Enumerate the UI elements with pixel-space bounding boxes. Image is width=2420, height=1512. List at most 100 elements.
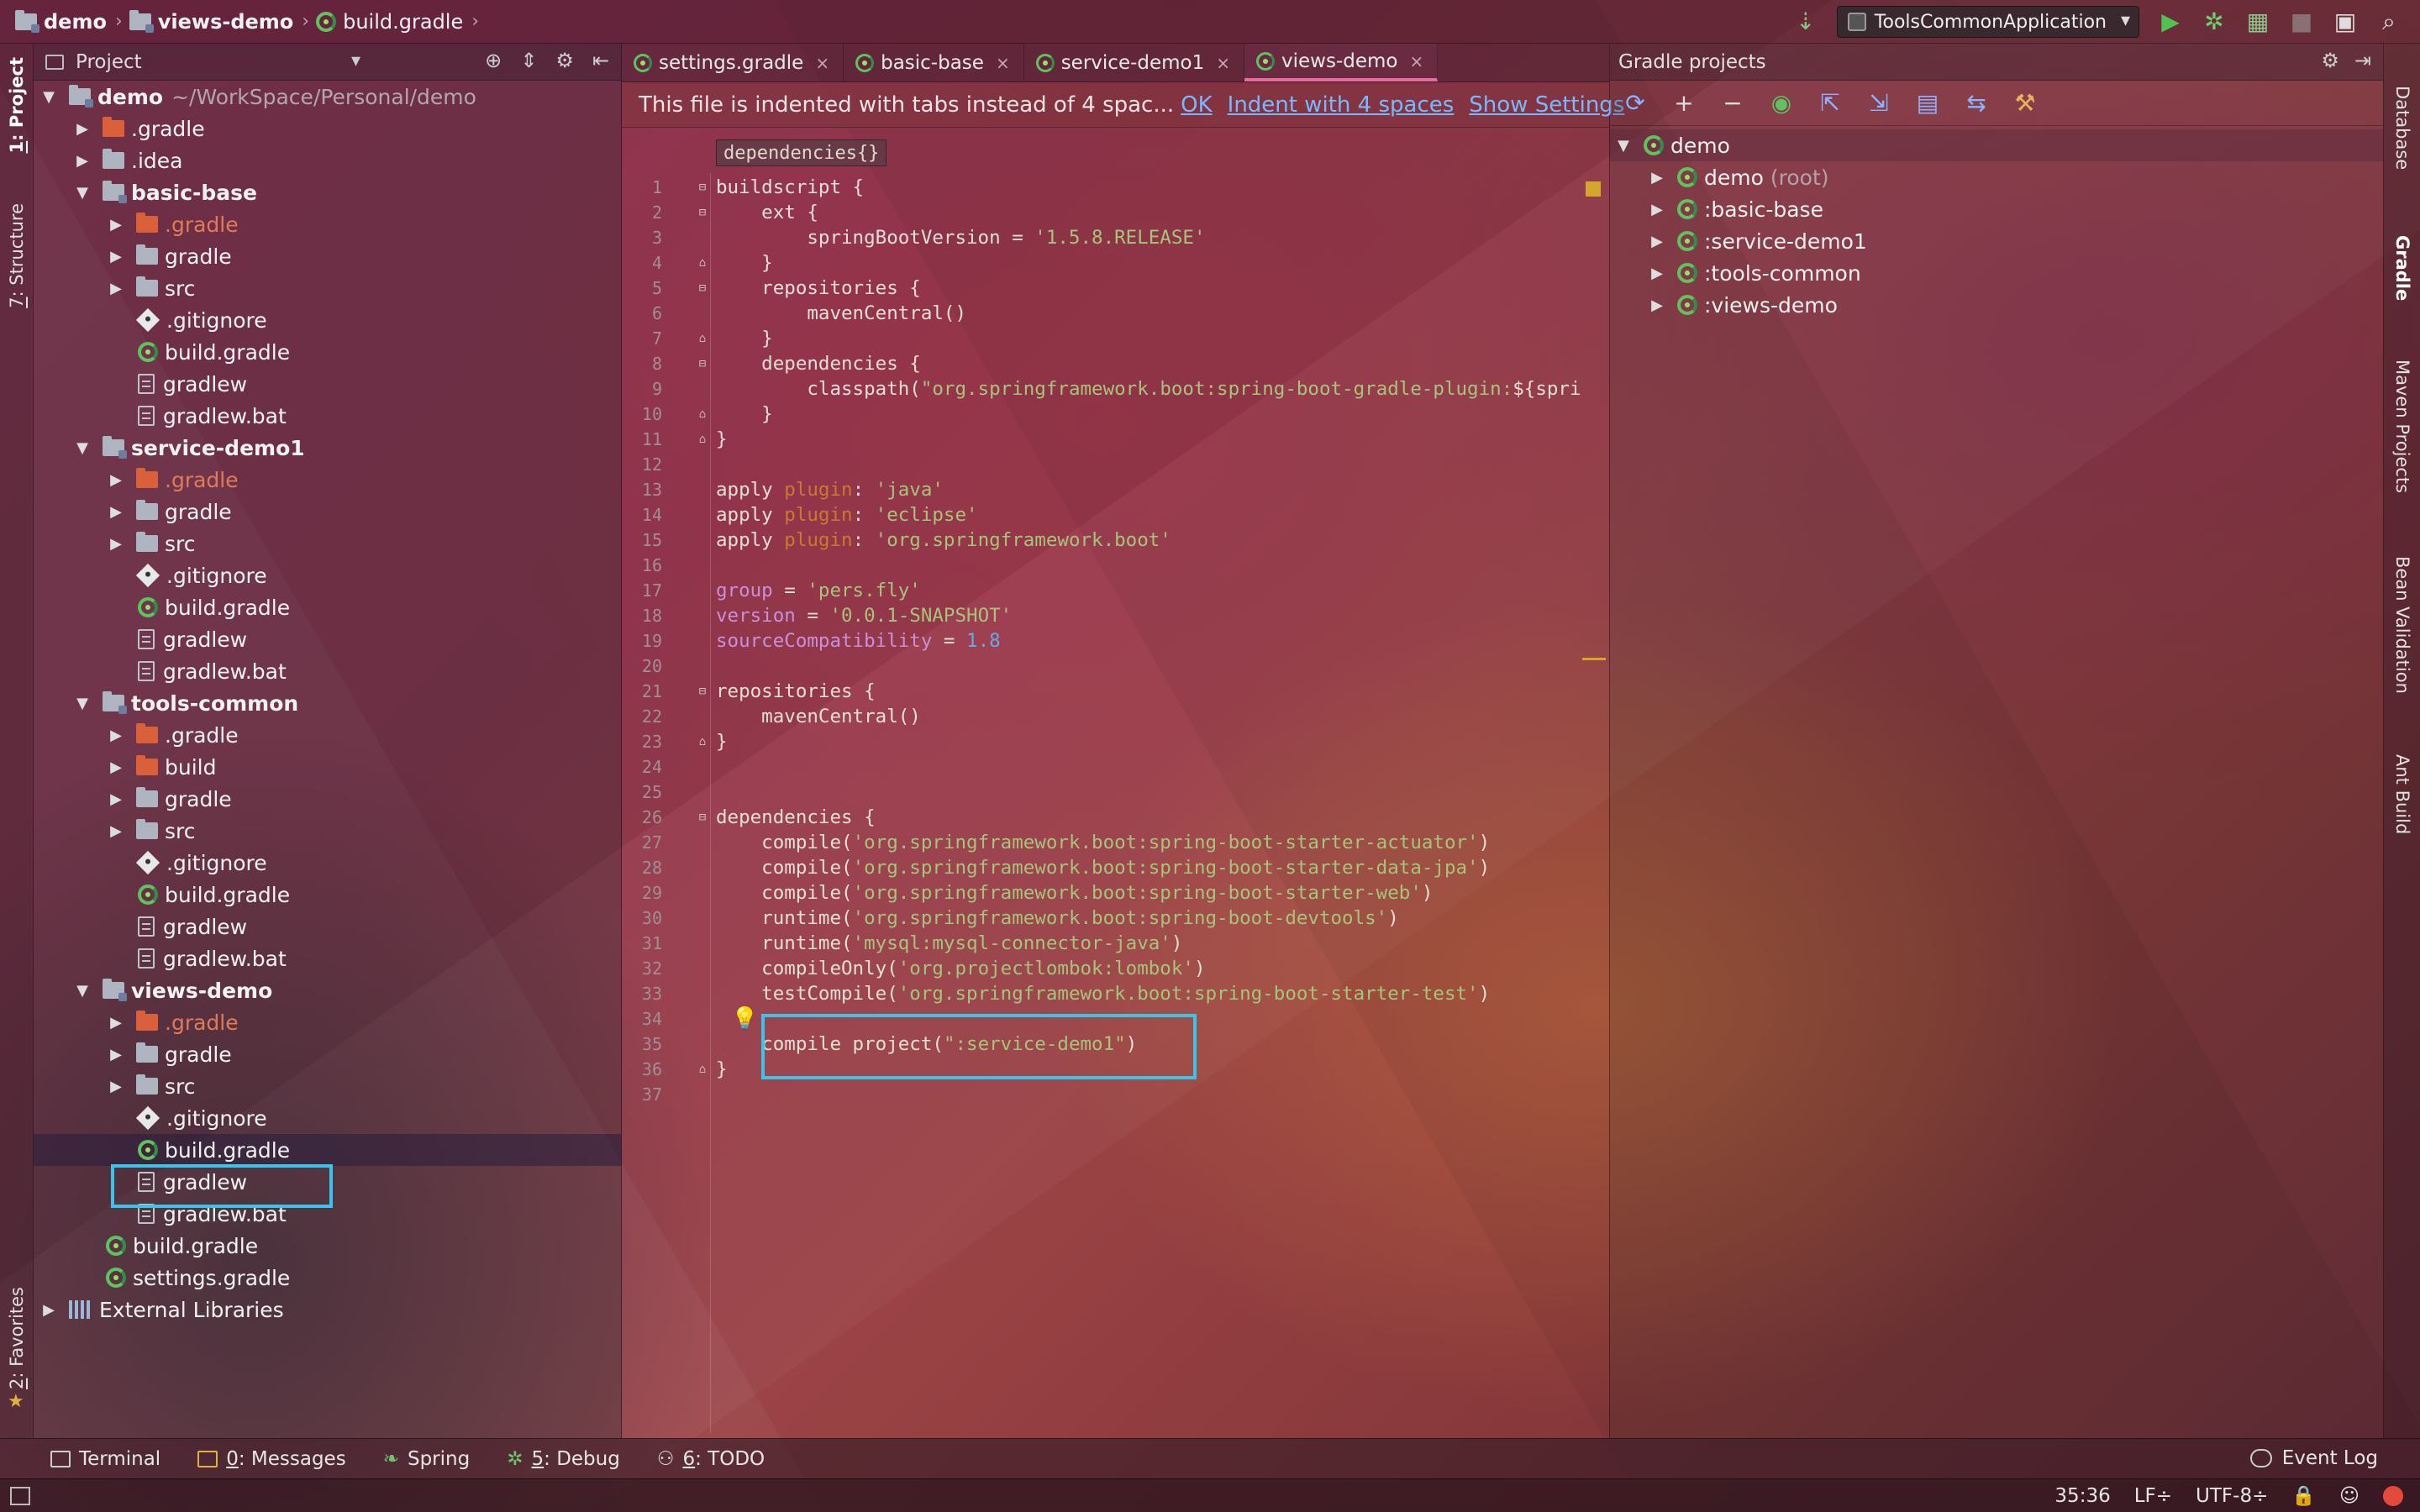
- tool-tab-bean-validation[interactable]: Bean Validation: [2392, 556, 2412, 694]
- collapsed-arrow-icon[interactable]: ▶: [106, 727, 126, 744]
- code-line[interactable]: 27 compile('org.springframework.boot:spr…: [622, 830, 1610, 855]
- tree-item-gradlew[interactable]: gradlew: [34, 1166, 622, 1198]
- hide-panel-icon[interactable]: ⇤: [592, 49, 609, 72]
- tool-tab-favorites[interactable]: 2: Favorites: [7, 1287, 27, 1389]
- code-line[interactable]: 15 apply plugin: 'org.springframework.boo…: [622, 528, 1610, 553]
- code-line[interactable]: 4 ⌂ }: [622, 250, 1610, 276]
- fold-marker-icon[interactable]: [696, 956, 709, 981]
- search-icon[interactable]: ⌕: [2376, 10, 2402, 34]
- tool-tab-ant-build[interactable]: Ant Build: [2392, 754, 2412, 834]
- breadcrumb-item-views-demo[interactable]: views-demo: [158, 10, 294, 34]
- collapse-all-icon[interactable]: ⇲: [1867, 89, 1891, 117]
- tree-item-gradle[interactable]: ▶ gradle: [34, 783, 622, 815]
- lock-icon[interactable]: 🔒: [2291, 1484, 2316, 1507]
- code-line[interactable]: 19 sourceCompatibility = 1.8: [622, 628, 1610, 654]
- expand-all-icon[interactable]: ⇱: [1818, 89, 1842, 117]
- fold-marker-icon[interactable]: ⊟: [696, 351, 709, 376]
- collapsed-arrow-icon[interactable]: ▶: [106, 535, 126, 553]
- code-line[interactable]: 7 ⌂ }: [622, 326, 1610, 351]
- tree-item-gradle-dir[interactable]: ▶ .gradle: [34, 208, 622, 240]
- tree-item-build-gradle-selected[interactable]: build.gradle: [34, 1134, 622, 1166]
- expanded-arrow-icon[interactable]: ▼: [72, 184, 92, 202]
- tree-item-gradlew-bat[interactable]: gradlew.bat: [34, 1198, 622, 1230]
- fold-marker-icon[interactable]: [696, 578, 709, 603]
- tree-item-settings-gradle[interactable]: settings.gradle: [34, 1262, 622, 1294]
- tool-debug[interactable]: ✲ 5: Debug: [507, 1448, 620, 1470]
- collapsed-arrow-icon[interactable]: ▶: [1647, 233, 1667, 250]
- collapsed-arrow-icon[interactable]: ▶: [1647, 265, 1667, 282]
- tree-item-build-gradle[interactable]: build.gradle: [34, 879, 622, 911]
- code-area[interactable]: 1 ⊟ buildscript {2 ⊟ ext {3 springBootVersi…: [622, 175, 1610, 1107]
- code-line[interactable]: 10 ⌂ }: [622, 402, 1610, 427]
- tool-tab-gradle[interactable]: Gradle: [2392, 235, 2412, 301]
- coverage-icon[interactable]: ▦: [2245, 10, 2270, 34]
- fold-marker-icon[interactable]: ⌂: [696, 402, 709, 427]
- tree-item-gitignore[interactable]: .gitignore: [34, 1102, 622, 1134]
- settings-icon[interactable]: ⚒: [2013, 89, 2037, 117]
- tree-item-gradlew[interactable]: gradlew: [34, 623, 622, 655]
- tab-views-demo[interactable]: views-demo ×: [1244, 44, 1439, 81]
- tree-item-service-demo1[interactable]: ▼ service-demo1: [34, 432, 622, 464]
- tool-terminal[interactable]: Terminal: [50, 1448, 160, 1470]
- breadcrumb-item-build-gradle[interactable]: build.gradle: [343, 10, 463, 34]
- tree-item-gitignore[interactable]: .gitignore: [34, 559, 622, 591]
- minus-icon[interactable]: −: [1721, 89, 1744, 117]
- tree-item-gradlew-bat[interactable]: gradlew.bat: [34, 942, 622, 974]
- gradle-tree-item-service-demo1[interactable]: ▶:service-demo1: [1610, 225, 2383, 257]
- hide-panel-icon[interactable]: ⇥: [2354, 49, 2371, 72]
- gear-icon[interactable]: ⚙: [2321, 49, 2339, 72]
- code-line[interactable]: 29 compile('org.springframework.boot:spr…: [622, 880, 1610, 906]
- code-breadcrumb[interactable]: dependencies{}: [716, 139, 887, 166]
- indent-link[interactable]: Indent with 4 spaces: [1228, 92, 1455, 118]
- fold-marker-icon[interactable]: ⊟: [696, 805, 709, 830]
- code-line[interactable]: 21 ⊟ repositories {: [622, 679, 1610, 704]
- collapsed-arrow-icon[interactable]: ▶: [106, 1046, 126, 1063]
- expanded-arrow-icon[interactable]: ▼: [72, 439, 92, 457]
- collapsed-arrow-icon[interactable]: ▶: [1647, 201, 1667, 218]
- tree-item-gradle[interactable]: ▶ gradle: [34, 1038, 622, 1070]
- collapsed-arrow-icon[interactable]: ▶: [106, 248, 126, 265]
- collapsed-arrow-icon[interactable]: ▶: [106, 1014, 126, 1032]
- gradle-tree-item-views-demo[interactable]: ▶:views-demo: [1610, 289, 2383, 321]
- code-line[interactable]: 34: [622, 1006, 1610, 1032]
- tree-item-gradle[interactable]: ▶ gradle: [34, 240, 622, 272]
- expanded-arrow-icon[interactable]: ▼: [72, 695, 92, 712]
- tree-item-gradlew[interactable]: gradlew: [34, 911, 622, 942]
- tree-item-views-demo[interactable]: ▼ views-demo: [34, 974, 622, 1006]
- code-line[interactable]: 18 version = '0.0.1-SNAPSHOT': [622, 603, 1610, 628]
- line-separator[interactable]: LF÷: [2134, 1485, 2172, 1507]
- tree-item-gitignore[interactable]: .gitignore: [34, 847, 622, 879]
- tool-spring[interactable]: ❧ Spring: [383, 1448, 471, 1470]
- fold-marker-icon[interactable]: [696, 628, 709, 654]
- tree-item-gitignore[interactable]: .gitignore: [34, 304, 622, 336]
- expanded-arrow-icon[interactable]: ▼: [1613, 137, 1634, 155]
- show-settings-link[interactable]: Show Settings: [1469, 92, 1624, 118]
- tree-item-src[interactable]: ▶ src: [34, 272, 622, 304]
- code-line[interactable]: 35 compile project(":service-demo1"): [622, 1032, 1610, 1057]
- chevron-down-icon[interactable]: ▾: [351, 50, 360, 71]
- collapsed-arrow-icon[interactable]: ▶: [72, 120, 92, 138]
- fold-marker-icon[interactable]: [696, 301, 709, 326]
- collapsed-arrow-icon[interactable]: ▶: [72, 152, 92, 170]
- collapsed-arrow-icon[interactable]: ▶: [106, 216, 126, 234]
- gradle-tree-item-tools-common[interactable]: ▶:tools-common: [1610, 257, 2383, 289]
- fold-marker-icon[interactable]: [696, 553, 709, 578]
- code-line[interactable]: 30 runtime('org.springframework.boot:spr…: [622, 906, 1610, 931]
- error-icon[interactable]: [2383, 1485, 2403, 1506]
- tool-event-log[interactable]: Event Log: [2249, 1447, 2378, 1469]
- file-encoding[interactable]: UTF-8÷: [2196, 1485, 2268, 1507]
- tool-windows-toggle-icon[interactable]: [10, 1486, 30, 1505]
- collapsed-arrow-icon[interactable]: ▶: [106, 503, 126, 521]
- tab-settings-gradle[interactable]: settings.gradle ×: [622, 44, 844, 81]
- tree-item-build-gradle[interactable]: build.gradle: [34, 591, 622, 623]
- tree-item-tools-common[interactable]: ▼ tools-common: [34, 687, 622, 719]
- error-stripe-marker[interactable]: [1582, 658, 1606, 660]
- tool-todo[interactable]: ⚇ 6: TODO: [657, 1448, 765, 1470]
- code-line[interactable]: 26 ⊟ dependencies {: [622, 805, 1610, 830]
- tab-service-demo1[interactable]: service-demo1 ×: [1024, 44, 1245, 81]
- ok-link[interactable]: OK: [1181, 92, 1213, 118]
- code-line[interactable]: 36 ⌂}: [622, 1057, 1610, 1082]
- run-icon[interactable]: ▶: [2158, 10, 2183, 34]
- code-line[interactable]: 2 ⊟ ext {: [622, 200, 1610, 225]
- collapsed-arrow-icon[interactable]: ▶: [1647, 297, 1667, 314]
